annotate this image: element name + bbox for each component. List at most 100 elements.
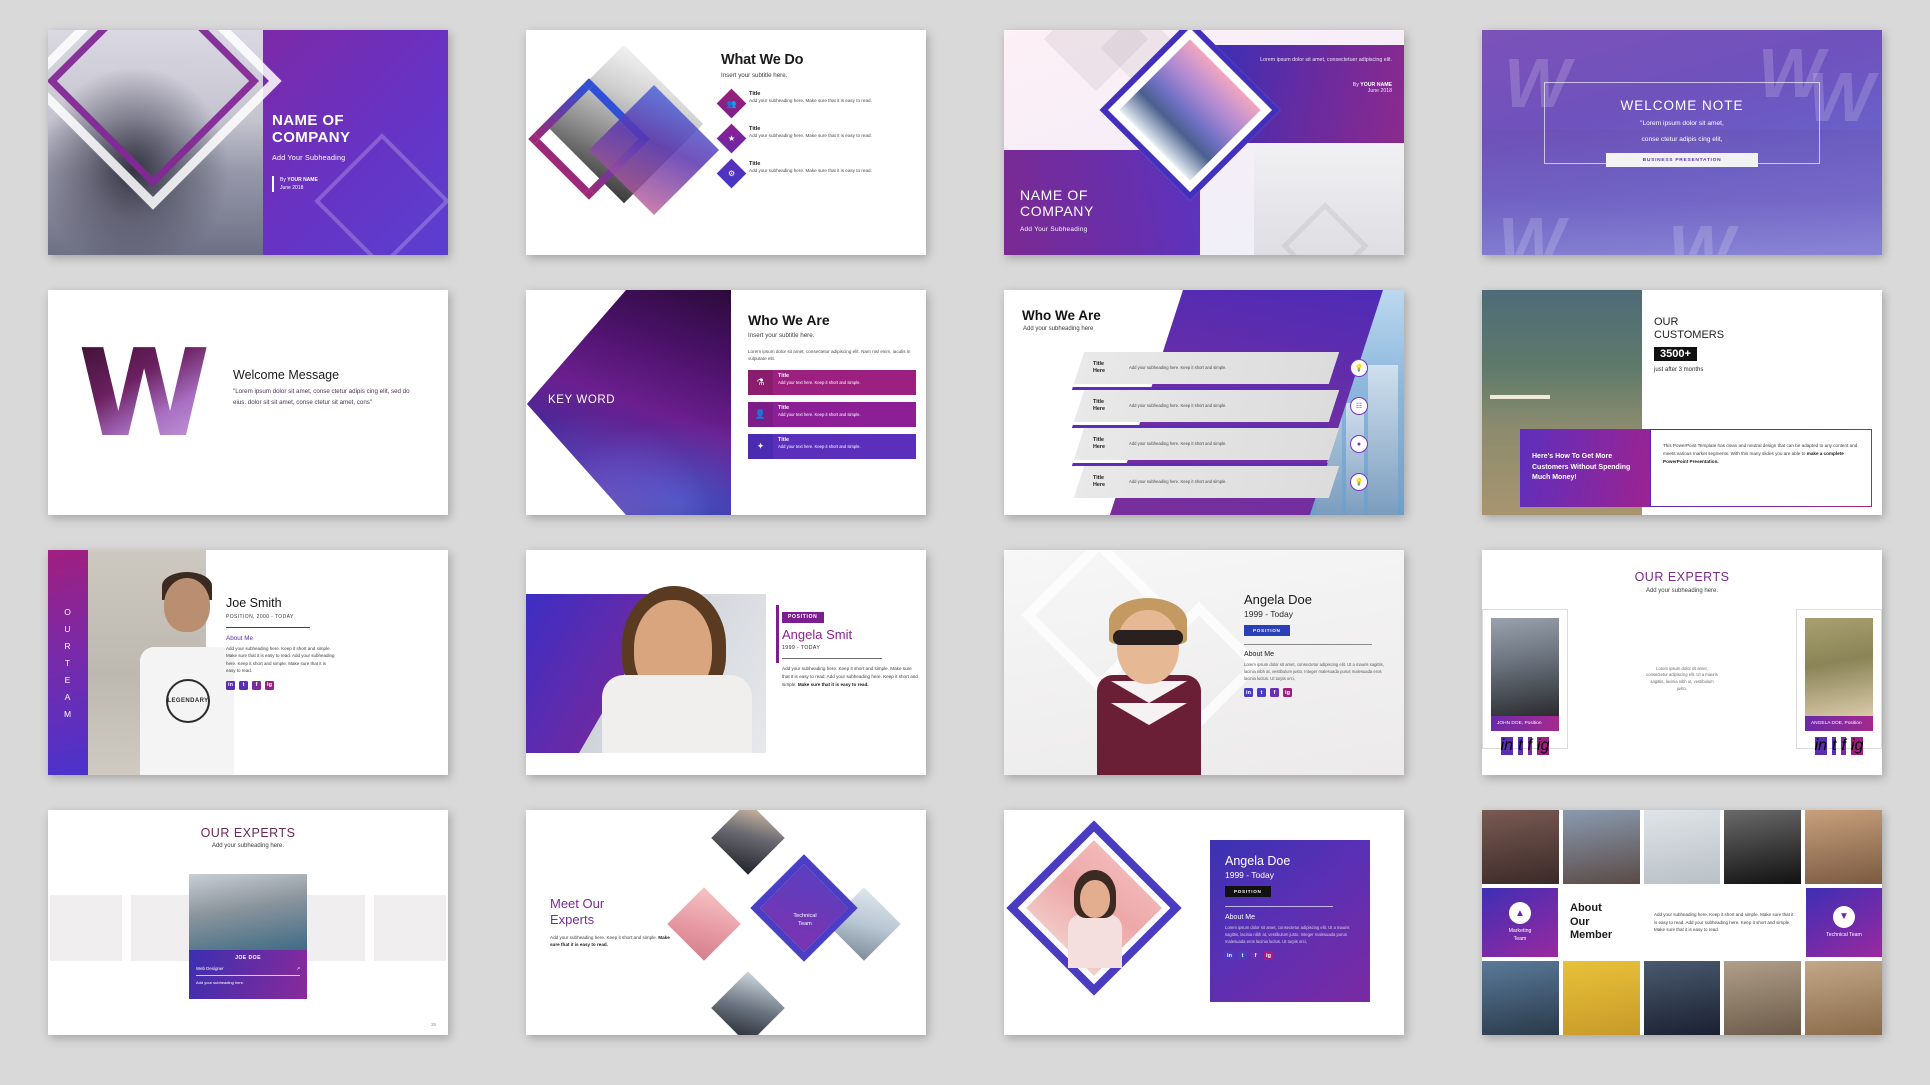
linkedin-icon[interactable]: in [1814,737,1828,755]
facebook-icon[interactable]: f [1841,737,1846,755]
chevron-row[interactable]: Title Here Add your subheading here. Kee… [1071,390,1368,428]
facebook-icon[interactable]: f [1251,951,1260,961]
member-photo[interactable] [1724,810,1802,884]
side-char: R [64,640,72,651]
slide-subtitle: Insert your subtitle here. [721,72,788,79]
slide-heading: OUR EXPERTS [200,826,296,840]
slide-our-experts-two[interactable]: OUR EXPERTS Add your subheading here. JO… [1482,550,1882,775]
heading-line1: Meet Our [550,896,605,911]
instagram-icon[interactable]: ig [265,680,274,690]
about-line2: Our [1570,915,1590,928]
instagram-icon[interactable]: ig [1850,737,1864,755]
expert-card[interactable]: JOHN DOE, Position in t f ig [1482,609,1569,755]
lightbulb-icon: 💡 [1350,473,1368,491]
linkedin-icon[interactable]: in [1500,737,1514,755]
social-links[interactable]: in t f ig [1225,951,1355,961]
member-photo[interactable] [1482,810,1559,884]
member-photo[interactable] [1482,961,1559,1035]
technical-team-label: Technical Team [1826,931,1862,938]
social-links[interactable]: in t f ig [1805,737,1873,755]
welcome-message-title: Welcome Message [233,368,340,382]
slide-about-our-member[interactable]: ▲ Marketing Team About Our Member Add yo… [1482,810,1882,1035]
info-bar[interactable]: ⚗ Title Add your text here. Keep it shor… [748,369,916,395]
share-icon[interactable]: ↗ [296,966,300,972]
member-photo[interactable] [1562,810,1640,884]
facebook-icon[interactable]: f [252,680,261,690]
keyword-label: KEY WORD [548,394,616,406]
row-title-line1: Title [1093,398,1104,405]
slide-title-company-diamond[interactable]: Lorem ipsum dolor sit amet, consectetuer… [1004,30,1404,255]
social-links[interactable]: in t f ig [226,680,426,690]
instagram-icon[interactable]: ig [1283,688,1292,698]
slide-what-we-do[interactable]: What We Do Insert your subtitle here. 👥 … [526,30,926,255]
slide-subtitle: Add your subheading here. [211,843,285,849]
feature-item[interactable]: 👥 Title Add your subheading here. Make s… [716,88,911,119]
facebook-icon[interactable]: f [1527,737,1532,755]
slide-angela-doe-diamond[interactable]: Angela Doe 1999 - Today POSITION About M… [1004,810,1404,1035]
photo-row-top [1482,810,1882,884]
shirt-graphic: LEGENDARY [166,679,210,723]
slide-team-joe-smith[interactable]: O U R T E A M LEGENDARY Joe Smith POSITI… [48,550,448,775]
welcome-quote-line1: "Lorem ipsum dolor sit amet, [1640,120,1724,127]
business-presentation-button[interactable]: BUSINESS PRESENTATION [1606,153,1758,168]
info-bar[interactable]: ✦ Title Add your text here. Keep it shor… [748,433,916,459]
sunglasses-icon [1113,630,1183,645]
member-photo[interactable] [1562,961,1640,1035]
slide-who-we-are-chevrons[interactable]: Who We Are Add your subheading here Titl… [1004,290,1404,515]
body [1068,914,1122,968]
technical-team-badge[interactable]: ▼ Technical Team [1806,887,1882,958]
slide-team-angela-doe[interactable]: Angela Doe 1999 - Today POSITION About M… [1004,550,1404,775]
chevron-row[interactable]: Title Here Add your subheading here. Kee… [1071,352,1368,390]
member-info: Angela Doe 1999 - Today POSITION About M… [1244,592,1394,698]
feature-item[interactable]: ★ Title Add your subheading here. Make s… [716,123,911,154]
slide-who-we-are-keyword[interactable]: KEY WORD Who We Are Insert your subtitle… [526,290,926,515]
twitter-icon[interactable]: t [1832,737,1837,755]
expert-subheading: Add your subheading here. [196,980,245,985]
slide-title-company[interactable]: NAME OF COMPANY Add Your Subheading By Y… [48,30,448,255]
instagram-icon[interactable]: ig [1536,737,1550,755]
team-member-info: Joe Smith POSITION, 2000 - TODAY About M… [226,596,426,690]
info-bar[interactable]: 👤 Title Add your text here. Keep it shor… [748,401,916,427]
slide-heading: Who We Are [748,312,830,328]
slide-our-experts-carousel[interactable]: OUR EXPERTS Add your subheading here. JO… [48,810,448,1035]
diamond-photo-top[interactable] [711,810,785,875]
linkedin-icon[interactable]: in [226,680,235,690]
social-links[interactable]: in t f ig [1244,688,1394,698]
social-links[interactable]: in t f ig [1491,737,1559,755]
member-name: Angela Doe [1244,592,1312,607]
diamond-photo-bottom[interactable] [711,971,785,1035]
twitter-icon[interactable]: t [1518,737,1523,755]
position-tag: POSITION [1244,625,1290,636]
member-photo[interactable] [1643,961,1721,1035]
row-text: Add your subheading here. Keep it short … [1129,402,1227,408]
facebook-icon[interactable]: f [1270,688,1279,698]
slide-our-customers[interactable]: OUR CUSTOMERS 3500+ just after 3 months … [1482,290,1882,515]
slide-welcome-note[interactable]: W W W W W WELCOME NOTE "Lorem ipsum dolo… [1482,30,1882,255]
member-photo[interactable] [1805,810,1882,884]
row-title-line2: Here [1093,406,1105,412]
marketing-team-badge[interactable]: ▲ Marketing Team [1482,887,1558,958]
member-photo[interactable] [1643,810,1721,884]
instagram-icon[interactable]: ig [1264,951,1273,961]
member-photo[interactable] [1805,961,1882,1035]
row-text: Add your subheading here. Keep it short … [1129,364,1227,370]
twitter-icon[interactable]: t [1257,688,1266,698]
chevron-down-icon: ▼ [1833,905,1855,928]
linkedin-icon[interactable]: in [1244,688,1253,698]
twitter-icon[interactable]: t [1238,951,1247,961]
side-char: U [64,623,72,634]
chevron-row[interactable]: Title Here Add your subheading here. Kee… [1071,428,1368,466]
badge-icon: ★ [716,123,747,154]
slide-meet-our-experts[interactable]: Meet Our Experts Add your subheading her… [526,810,926,1035]
feature-item[interactable]: ⚙ Title Add your subheading here. Make s… [716,158,911,189]
chevron-row[interactable]: Title Here Add your subheading here. Kee… [1073,466,1368,498]
slide-welcome-message[interactable]: W Welcome Message "Lorem ipsum dolor sit… [48,290,448,515]
linkedin-icon[interactable]: in [1225,951,1234,961]
side-char: O [64,606,72,617]
member-photo[interactable] [1724,961,1802,1035]
customers-title-line2: CUSTOMERS [1654,329,1725,342]
slide-team-angela-smit[interactable]: POSITION Angela Smit 1999 - TODAY Add yo… [526,550,926,775]
expert-card[interactable]: ANGELA DOE, Position in t f ig [1795,609,1882,755]
row-title-line2: Here [1093,444,1105,450]
twitter-icon[interactable]: t [239,680,248,690]
